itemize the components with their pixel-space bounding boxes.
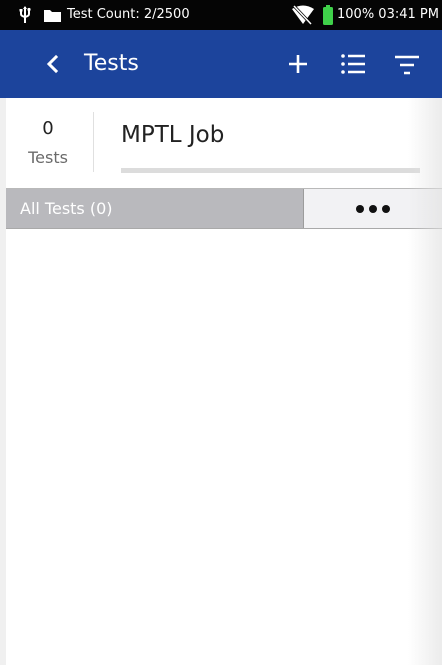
tests-list	[6, 229, 442, 665]
app-bar: Tests	[0, 30, 442, 98]
status-bar: Test Count: 2/2500 100% 03:41 PM	[0, 0, 442, 30]
job-header[interactable]: 0 Tests MPTL Job	[6, 98, 442, 189]
filter-button[interactable]	[394, 54, 420, 80]
page-title: Tests	[84, 51, 139, 76]
back-button[interactable]	[40, 50, 64, 78]
more-dot-icon	[369, 204, 377, 213]
tests-screen: Test Count: 2/2500 100% 03:41 PM Tests 0…	[0, 0, 442, 665]
more-dot-icon	[356, 204, 364, 213]
job-test-count: 0	[42, 118, 54, 139]
list-view-button[interactable]	[340, 52, 366, 80]
job-header-divider	[93, 112, 94, 172]
usb-icon	[18, 6, 32, 28]
wifi-off-icon	[291, 4, 315, 29]
test-count-status: Test Count: 2/2500	[67, 7, 190, 22]
folder-icon	[44, 9, 61, 26]
add-test-button[interactable]	[286, 52, 310, 80]
battery-time-status: 100% 03:41 PM	[337, 7, 439, 22]
all-tests-label[interactable]: All Tests (0)	[6, 189, 303, 228]
job-name: MPTL Job	[121, 122, 225, 148]
battery-icon	[323, 5, 333, 29]
tests-filter-bar: All Tests (0)	[6, 189, 442, 229]
job-test-count-label: Tests	[28, 148, 68, 167]
more-dot-icon	[382, 204, 390, 213]
more-options-button[interactable]	[303, 189, 442, 228]
job-progress-bar	[121, 168, 420, 173]
